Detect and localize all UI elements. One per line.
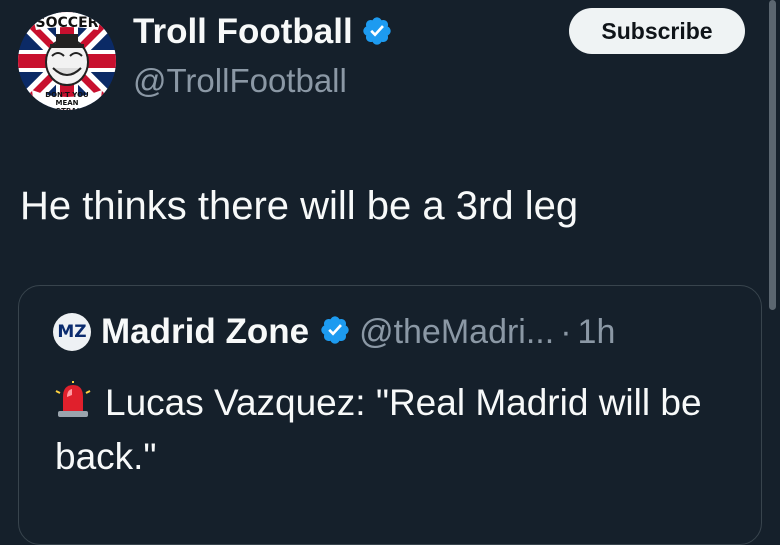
quoted-timestamp[interactable]: 1h [578,313,616,352]
header-separator: · [560,312,572,351]
quoted-tweet-text: Lucas Vazquez: "Real Madrid will be back… [55,382,702,477]
quoted-tweet-header: MZ Madrid Zone @theMadri... · 1h [53,310,615,354]
quoted-author-avatar[interactable]: MZ [53,313,91,351]
quoted-tweet-text-container: Lucas Vazquez: "Real Madrid will be back… [55,378,745,482]
quoted-author-name[interactable]: Madrid Zone [101,312,309,352]
tweet-text: He thinks there will be a 3rd leg [20,184,579,228]
quoted-author-handle[interactable]: @theMadri... [359,313,554,352]
author-name[interactable]: Troll Football [133,12,353,51]
scrollbar[interactable] [769,0,776,310]
author-name-row[interactable]: Troll Football [133,11,393,57]
police-light-icon [55,381,91,432]
avatar-bottom-text: DON'T YOU MEAN FOOTBALL? [44,91,89,110]
author-avatar[interactable]: SOCCER DON'T YOU MEAN FOOTBALL? [18,12,116,110]
avatar-top-text: SOCCER [35,15,99,31]
verified-badge-icon [361,15,393,57]
subscribe-button[interactable]: Subscribe [569,8,745,54]
author-handle[interactable]: @TrollFootball [133,60,347,102]
verified-badge-icon [319,314,351,351]
quoted-tweet-card[interactable]: MZ Madrid Zone @theMadri... · 1h Lucas V… [18,285,762,545]
